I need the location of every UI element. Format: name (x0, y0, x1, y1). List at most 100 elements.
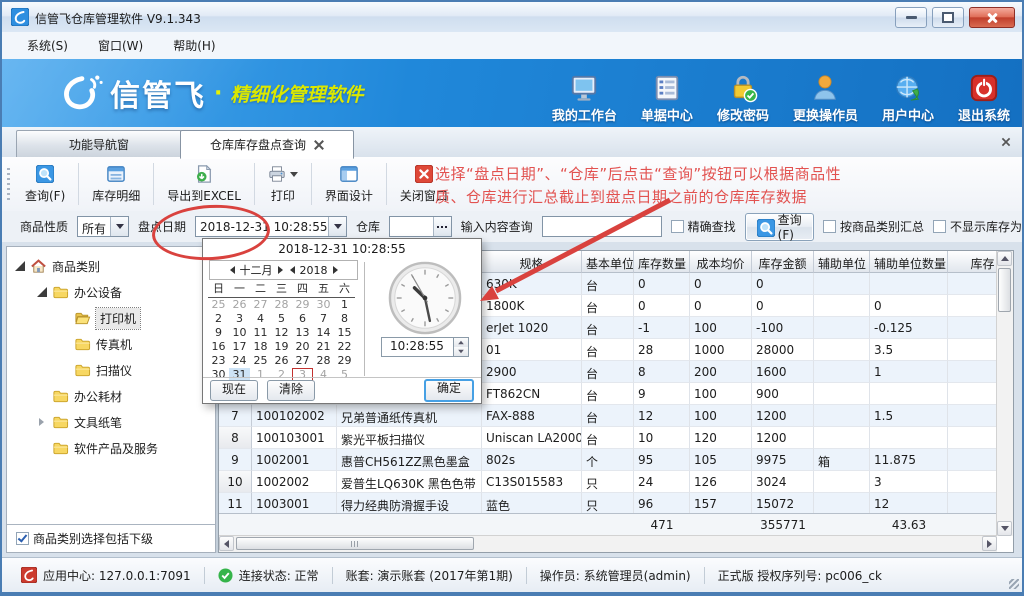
day-cell[interactable]: 22 (334, 340, 355, 354)
day-cell[interactable]: 20 (292, 340, 313, 354)
day-cell[interactable]: 19 (271, 340, 292, 354)
print-button[interactable]: 打印 (257, 160, 309, 208)
prev-year-icon[interactable] (290, 266, 295, 274)
table-row[interactable]: 111003001得力经典防滑握手设蓝色只961571507212 (219, 493, 1013, 515)
day-cell[interactable]: 4 (250, 312, 271, 326)
day-cell[interactable]: 13 (292, 326, 313, 340)
day-cell[interactable]: 29 (334, 354, 355, 368)
warehouse-select[interactable] (389, 216, 452, 237)
table-row[interactable]: 101002002爱普生LQ630K 黑色色带C13S015583只241263… (219, 471, 1013, 493)
day-cell[interactable]: 21 (313, 340, 334, 354)
workbench-button[interactable]: 我的工作台 (552, 71, 617, 124)
toolbar-drag-handle[interactable] (7, 168, 10, 200)
restore-button[interactable] (932, 7, 964, 28)
collapsed-expander-icon[interactable] (37, 417, 47, 427)
day-cell[interactable]: 26 (229, 298, 250, 312)
column-header[interactable]: 库存数量 (634, 251, 690, 273)
day-cell[interactable]: 1 (334, 298, 355, 312)
day-cell[interactable]: 5 (271, 312, 292, 326)
day-cell[interactable]: 14 (313, 326, 334, 340)
scrollbar-thumb[interactable] (236, 537, 474, 550)
close-button[interactable] (969, 7, 1015, 28)
search-input[interactable] (542, 216, 662, 237)
expanded-expander-icon[interactable] (37, 287, 47, 297)
exit-system-button[interactable]: 退出系统 (958, 71, 1010, 124)
tree-item-category-root[interactable]: 商品类别 (9, 253, 213, 279)
resize-grip[interactable] (1009, 579, 1019, 589)
dropdown-arrow-icon[interactable] (290, 172, 298, 177)
prev-month-icon[interactable] (230, 266, 235, 274)
day-cell[interactable]: 27 (250, 298, 271, 312)
day-cell[interactable]: 26 (271, 354, 292, 368)
table-row[interactable]: 91002001惠普CH561ZZ黑色墨盒802s个951059975箱11.8… (219, 449, 1013, 471)
switch-operator-button[interactable]: 更换操作员 (793, 71, 858, 124)
ok-button[interactable]: 确定 (424, 379, 474, 402)
tree-item-office-equipment[interactable]: 办公设备 (9, 279, 213, 305)
column-header[interactable]: 辅助单位 (814, 251, 870, 273)
tree-item-software-products[interactable]: 软件产品及服务 (9, 435, 213, 461)
document-center-button[interactable]: 单据中心 (641, 71, 693, 124)
table-row[interactable]: 7100102002兄弟普通纸传真机FAX-888台1210012001.5 (219, 405, 1013, 427)
day-cell[interactable]: 28 (313, 354, 334, 368)
column-header[interactable]: 辅助单位数量 (870, 251, 948, 273)
day-cell[interactable]: 2 (208, 312, 229, 326)
ui-design-button[interactable]: 界面设计 (314, 160, 384, 208)
day-cell[interactable]: 18 (250, 340, 271, 354)
hide-zero-stock-checkbox[interactable]: 不显示库存为 (933, 218, 1022, 235)
chevron-down-icon[interactable] (110, 217, 128, 236)
day-cell[interactable]: 8 (334, 312, 355, 326)
menu-item[interactable]: 帮助(H) (158, 33, 230, 58)
tab-function-nav[interactable]: 功能导航窗 (16, 130, 182, 157)
day-cell[interactable]: 25 (250, 354, 271, 368)
menu-item[interactable]: 系统(S) (12, 33, 83, 58)
tree-item-scanners[interactable]: 扫描仪 (9, 357, 213, 383)
time-spinner[interactable]: 10:28:55 (381, 337, 469, 357)
checkbox[interactable] (823, 220, 836, 233)
nature-select[interactable]: 所有 (77, 216, 129, 237)
day-cell[interactable]: 23 (208, 354, 229, 368)
day-cell[interactable]: 27 (292, 354, 313, 368)
scroll-left-icon[interactable] (219, 536, 234, 551)
checkbox[interactable] (671, 220, 684, 233)
next-month-icon[interactable] (278, 266, 283, 274)
day-cell[interactable]: 24 (229, 354, 250, 368)
column-header[interactable]: 规格 (482, 251, 582, 273)
stock-detail-button[interactable]: 库存明细 (81, 160, 151, 208)
scroll-up-icon[interactable] (997, 251, 1012, 266)
check-date-select[interactable]: 2018-12-31 10:28:55 (195, 216, 347, 237)
export-excel-button[interactable]: 导出到EXCEL (156, 160, 252, 208)
day-cell[interactable]: 12 (271, 326, 292, 340)
filter-query-button[interactable]: 查询(F) (745, 213, 814, 241)
tab-close-icon[interactable] (314, 140, 324, 150)
time-down-icon[interactable] (454, 347, 468, 356)
change-password-button[interactable]: 修改密码 (717, 71, 769, 124)
exact-match-checkbox[interactable]: 精确查找 (671, 218, 736, 235)
checkbox[interactable] (16, 532, 29, 545)
scroll-right-icon[interactable] (982, 536, 997, 551)
tree-item-fax-machines[interactable]: 传真机 (9, 331, 213, 357)
tree-item-stationery[interactable]: 文具纸笔 (9, 409, 213, 435)
checkbox[interactable] (933, 220, 946, 233)
next-year-icon[interactable] (333, 266, 338, 274)
day-cell[interactable]: 10 (229, 326, 250, 340)
include-children-checkbox[interactable]: 商品类别选择包括下级 (16, 530, 153, 547)
day-cell[interactable]: 17 (229, 340, 250, 354)
now-button[interactable]: 现在 (210, 380, 258, 401)
column-header[interactable]: 基本单位 (582, 251, 634, 273)
day-cell[interactable]: 3 (229, 312, 250, 326)
day-cell[interactable]: 7 (313, 312, 334, 326)
user-center-button[interactable]: 用户中心 (882, 71, 934, 124)
clear-button[interactable]: 清除 (267, 380, 315, 401)
tree-item-office-supplies[interactable]: 办公耗材 (9, 383, 213, 409)
tab-stock-check-query[interactable]: 仓库库存盘点查询 (180, 130, 354, 159)
day-cell[interactable]: 28 (271, 298, 292, 312)
day-cell[interactable]: 30 (313, 298, 334, 312)
horizontal-scrollbar[interactable] (219, 535, 997, 552)
column-header[interactable]: 成本均价 (690, 251, 752, 273)
table-row[interactable]: 8100103001紫光平板扫描仪Uniscan LA2000台10120120… (219, 427, 1013, 449)
day-cell[interactable]: 29 (292, 298, 313, 312)
day-cell[interactable]: 25 (208, 298, 229, 312)
ellipsis-icon[interactable] (433, 217, 451, 236)
day-cell[interactable]: 16 (208, 340, 229, 354)
query-button[interactable]: 查询(F) (14, 160, 76, 208)
